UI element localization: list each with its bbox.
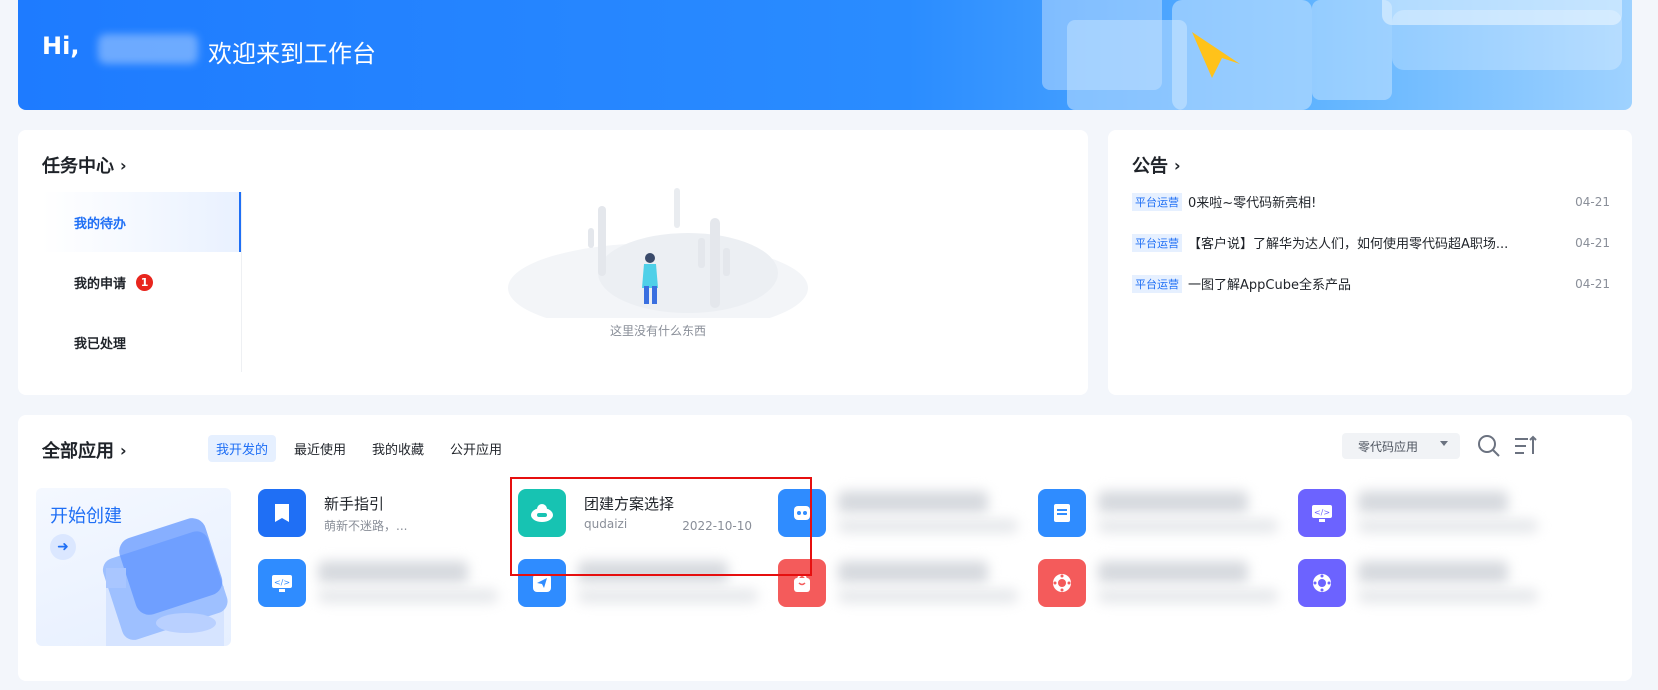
- app-name: 新手指引: [324, 495, 385, 513]
- notice-item[interactable]: 平台运营 一图了解AppCube全系产品 04-21: [1132, 274, 1610, 293]
- tab-processed[interactable]: 我已处理: [42, 312, 241, 372]
- app-description-blurred: [578, 589, 758, 603]
- app-name-blurred: [318, 561, 468, 583]
- notices-card: 公告 › 平台运营 0来啦~零代码新亮相! 04-21 平台运营 【客户说】了解…: [1108, 130, 1632, 395]
- notices-title-text: 公告: [1132, 156, 1168, 177]
- tab-my-developed[interactable]: 我开发的: [208, 435, 277, 462]
- notice-text: 0来啦~零代码新亮相!: [1188, 196, 1317, 211]
- notice-text: 一图了解AppCube全系产品: [1188, 278, 1351, 293]
- chevron-right-icon: ›: [1174, 155, 1181, 175]
- document-icon: [1038, 489, 1086, 537]
- app-card[interactable]: [1298, 555, 1548, 611]
- task-center-title-text: 任务中心: [42, 156, 114, 177]
- app-description-blurred: [1358, 519, 1538, 533]
- app-card[interactable]: [1038, 485, 1288, 541]
- notice-item[interactable]: 平台运营 【客户说】了解华为达人们，如何使用零代码超A职场... 04-21: [1132, 233, 1610, 252]
- app-name-blurred: [1098, 561, 1248, 583]
- code-monitor-icon: </>: [258, 559, 306, 607]
- empty-state-text: 这里没有什么东西: [609, 324, 706, 338]
- app-card[interactable]: </>: [258, 555, 508, 611]
- notice-date: 04-21: [1575, 235, 1610, 250]
- banner-illustration: [1042, 0, 1622, 110]
- tab-processed-label: 我已处理: [74, 336, 127, 352]
- app-description-blurred: [318, 589, 498, 603]
- app-tabs: 我开发的 最近使用 我的收藏 公开应用: [208, 435, 510, 462]
- tab-my-todo[interactable]: 我的待办: [42, 192, 241, 252]
- task-tabs: 我的待办 我的申请 1 我已处理: [42, 192, 242, 372]
- notices-title[interactable]: 公告 ›: [1132, 152, 1181, 178]
- app-type-select[interactable]: 零代码应用: [1342, 433, 1460, 459]
- start-create-card[interactable]: 开始创建 ➜: [36, 488, 231, 646]
- svg-text:</>: </>: [1314, 508, 1330, 517]
- notice-item[interactable]: 平台运营 0来啦~零代码新亮相! 04-21: [1132, 192, 1610, 211]
- code-monitor-icon: </>: [1298, 489, 1346, 537]
- caret-down-icon: [1440, 441, 1448, 446]
- app-name-blurred: [838, 491, 988, 513]
- app-cube-illustration: [102, 518, 228, 646]
- all-apps-card: 全部应用 › 我开发的 最近使用 我的收藏 公开应用 零代码应用 开始创建 ➜: [18, 415, 1632, 681]
- svg-text:</>: </>: [274, 578, 290, 587]
- app-type-select-value: 零代码应用: [1358, 439, 1419, 454]
- tab-recent[interactable]: 最近使用: [286, 435, 354, 462]
- requests-count-badge: 1: [136, 273, 154, 291]
- tab-public[interactable]: 公开应用: [442, 435, 510, 462]
- notice-text: 【客户说】了解华为达人们，如何使用零代码超A职场...: [1188, 237, 1509, 252]
- user-name-blurred: [98, 34, 198, 64]
- app-card[interactable]: </>: [1298, 485, 1548, 541]
- welcome-banner: Hi, 欢迎来到工作台: [18, 0, 1632, 110]
- app-name-blurred: [1358, 561, 1508, 583]
- app-description-blurred: [1098, 519, 1278, 533]
- app-name-blurred: [838, 561, 988, 583]
- chevron-right-icon: ›: [120, 440, 127, 460]
- search-icon[interactable]: [1476, 433, 1502, 459]
- chevron-right-icon: ›: [120, 155, 127, 175]
- empty-illustration: [508, 188, 808, 333]
- tab-my-requests[interactable]: 我的申请 1: [42, 252, 241, 312]
- tab-my-todo-label: 我的待办: [74, 216, 127, 232]
- notice-tag: 平台运营: [1132, 233, 1182, 252]
- tab-my-requests-label: 我的申请: [74, 276, 127, 292]
- empty-state: 这里没有什么东西: [498, 188, 818, 338]
- lifebuoy-icon: [1038, 559, 1086, 607]
- lifebuoy-icon: [1298, 559, 1346, 607]
- app-description-blurred: [1098, 589, 1278, 603]
- app-description: 萌新不迷路，...: [324, 519, 408, 533]
- tab-favorites[interactable]: 我的收藏: [364, 435, 432, 462]
- task-center-title[interactable]: 任务中心 ›: [42, 152, 127, 178]
- task-center-card: 任务中心 › 我的待办 我的申请 1 我已处理 这里没有什么东西: [18, 130, 1088, 395]
- app-name-blurred: [1098, 491, 1248, 513]
- sort-icon[interactable]: [1512, 433, 1538, 459]
- welcome-text: 欢迎来到工作台: [208, 40, 376, 68]
- app-description-blurred: [1358, 589, 1538, 603]
- notice-tag: 平台运营: [1132, 192, 1182, 211]
- all-apps-title[interactable]: 全部应用 ›: [42, 437, 127, 463]
- app-card[interactable]: [1038, 555, 1288, 611]
- greeting-text: Hi,: [42, 32, 80, 60]
- app-card[interactable]: 新手指引 萌新不迷路，...: [258, 485, 508, 541]
- selection-highlight: [510, 477, 812, 576]
- app-description-blurred: [838, 519, 1018, 533]
- app-card[interactable]: [778, 555, 1028, 611]
- all-apps-title-text: 全部应用: [42, 441, 114, 462]
- notice-tag: 平台运营: [1132, 274, 1182, 293]
- app-card[interactable]: [778, 485, 1028, 541]
- bookmark-icon: [258, 489, 306, 537]
- notice-date: 04-21: [1575, 276, 1610, 291]
- notice-date: 04-21: [1575, 194, 1610, 209]
- app-description-blurred: [838, 589, 1018, 603]
- app-name-blurred: [1358, 491, 1508, 513]
